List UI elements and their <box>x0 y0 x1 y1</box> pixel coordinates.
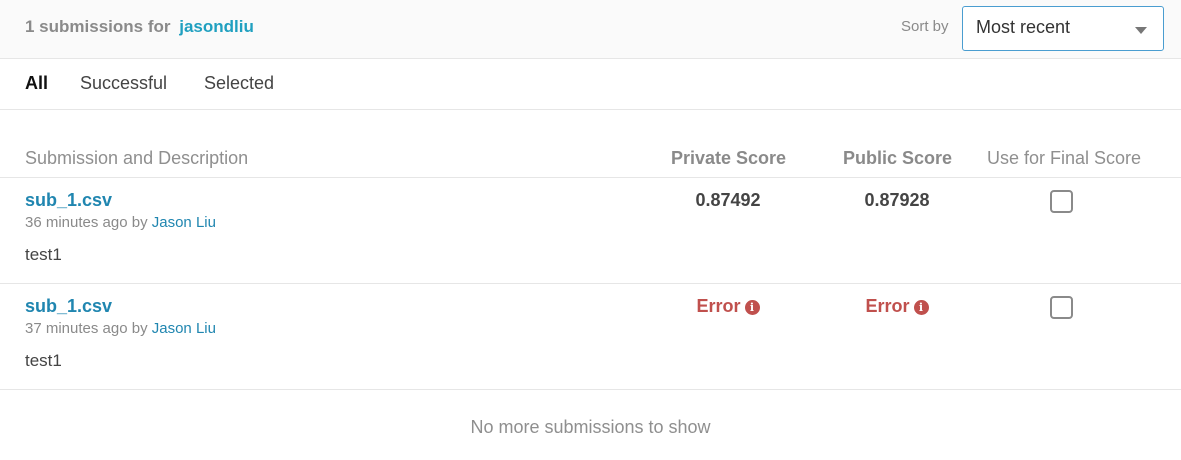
private-score-error: Error i <box>668 296 788 317</box>
public-score: 0.87928 <box>864 190 930 210</box>
submission-filename-link[interactable]: sub_1.csv <box>25 190 112 211</box>
submitter-link[interactable]: Jason Liu <box>152 214 216 231</box>
sort-label: Sort by <box>901 18 949 35</box>
public-score-error: Error i <box>837 296 957 317</box>
public-score-error-text: Error <box>865 296 910 316</box>
submission-meta: 36 minutes ago by Jason Liu <box>25 214 216 231</box>
final-score-checkbox[interactable] <box>1050 296 1073 319</box>
column-header-public-score: Public Score <box>843 148 953 168</box>
tab-all[interactable]: All <box>25 73 48 94</box>
submitter-link[interactable]: Jason Liu <box>152 320 216 337</box>
submissions-count-text: 1 submissions for <box>25 17 171 36</box>
column-header-private-score: Private Score <box>671 148 787 168</box>
sort-select-value: Most recent <box>976 17 1071 37</box>
submission-description: test1 <box>25 245 62 264</box>
table-row: sub_1.csv 36 minutes ago by Jason Liu te… <box>0 178 1181 284</box>
submission-time: 36 minutes ago by <box>25 214 148 231</box>
final-score-checkbox[interactable] <box>1050 190 1073 213</box>
tab-selected[interactable]: Selected <box>204 73 274 94</box>
submissions-header: 1 submissions for jasondliu Sort by Most… <box>0 0 1181 59</box>
username-link[interactable]: jasondliu <box>179 17 254 36</box>
submission-time: 37 minutes ago by <box>25 320 148 337</box>
info-icon[interactable]: i <box>913 300 929 315</box>
submission-meta: 37 minutes ago by Jason Liu <box>25 320 216 337</box>
info-icon[interactable]: i <box>744 300 760 315</box>
private-score: 0.87492 <box>695 190 761 210</box>
no-more-submissions-message: No more submissions to show <box>470 417 711 437</box>
submissions-title: 1 submissions for jasondliu <box>25 17 254 37</box>
sort-select[interactable]: Most recent <box>962 6 1164 51</box>
column-header-submission: Submission and Description <box>25 148 249 168</box>
submission-filename-link[interactable]: sub_1.csv <box>25 296 112 317</box>
chevron-down-icon <box>1135 27 1147 34</box>
table-row: sub_1.csv 37 minutes ago by Jason Liu te… <box>0 284 1181 390</box>
tab-successful[interactable]: Successful <box>80 73 167 94</box>
filter-tabs: All Successful Selected <box>0 59 1181 110</box>
column-header-final-score: Use for Final Score <box>987 148 1142 168</box>
private-score-error-text: Error <box>696 296 741 316</box>
submission-description: test1 <box>25 351 62 370</box>
